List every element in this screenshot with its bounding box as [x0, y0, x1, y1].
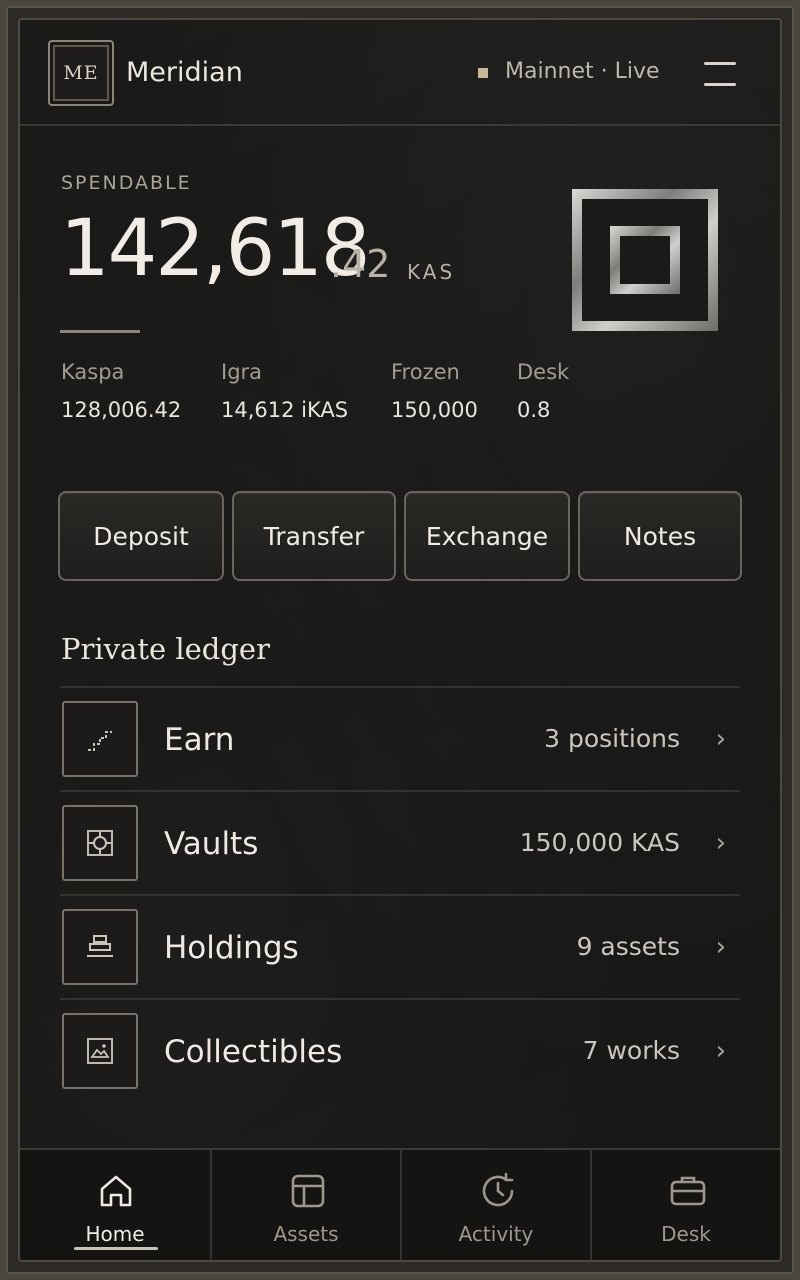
chevron-right-icon: › — [715, 1036, 726, 1066]
history-icon — [482, 1172, 514, 1207]
balance-whole: 142,618 — [60, 204, 371, 294]
stat-label: Kaspa — [61, 360, 125, 384]
account-logo[interactable]: ME — [48, 40, 114, 106]
ledger-row-meta: 7 works — [582, 1036, 680, 1065]
balance-label: SPENDABLE — [61, 172, 192, 194]
ledger-row-label: Collectibles — [164, 1034, 343, 1070]
image-icon — [62, 1013, 138, 1089]
stack-icon — [62, 909, 138, 985]
ledger-row-label: Holdings — [164, 930, 299, 966]
network-status-dot — [478, 68, 488, 78]
layout-icon — [291, 1174, 325, 1208]
network-status: Mainnet · Live — [505, 59, 660, 84]
transfer-button[interactable]: Transfer — [232, 491, 396, 581]
ledger-row-meta: 9 assets — [576, 932, 680, 961]
stat-igra: Igra 14,612 iKAS — [221, 360, 348, 422]
bottom-nav: Home Assets Activity Desk — [20, 1148, 780, 1260]
stat-label: Desk — [517, 360, 570, 384]
stat-value: 14,612 iKAS — [221, 398, 349, 422]
nav-label: Home — [85, 1222, 145, 1246]
stat-kaspa: Kaspa 128,006.42 — [61, 360, 181, 422]
menu-icon[interactable] — [704, 62, 736, 86]
stat-desk: Desk 0.8 — [517, 360, 569, 422]
logo-text: ME — [63, 62, 99, 84]
nav-assets[interactable]: Assets — [210, 1150, 400, 1260]
balance-unit: KAS — [407, 260, 456, 284]
app-header: ME Meridian Mainnet · Live — [20, 20, 780, 126]
app-name: Meridian — [126, 57, 243, 88]
ledger-row-holdings[interactable]: Holdings 9 assets › — [60, 894, 740, 998]
ledger-row-earn[interactable]: Earn 3 positions › — [60, 686, 740, 790]
nav-label: Activity — [458, 1222, 534, 1246]
vault-emblem-icon — [572, 189, 718, 331]
nav-desk[interactable]: Desk — [590, 1150, 780, 1260]
home-icon — [100, 1175, 132, 1207]
nav-home[interactable]: Home — [20, 1150, 210, 1260]
stairs-icon — [62, 701, 138, 777]
briefcase-icon — [670, 1176, 706, 1206]
notes-button[interactable]: Notes — [578, 491, 742, 581]
balance-divider — [60, 330, 140, 333]
nav-label: Assets — [273, 1222, 339, 1246]
chevron-right-icon: › — [715, 828, 726, 858]
ledger-row-collectibles[interactable]: Collectibles 7 works › — [60, 998, 740, 1102]
stat-value: 0.8 — [517, 398, 551, 422]
ledger-row-label: Vaults — [164, 826, 259, 862]
app-screen: ME Meridian Mainnet · Live SPENDABLE 142… — [18, 18, 782, 1262]
stat-label: Frozen — [391, 360, 460, 384]
stat-value: 150,000 — [391, 398, 478, 422]
ledger-row-label: Earn — [164, 722, 235, 758]
active-indicator — [74, 1247, 158, 1250]
ledger-row-meta: 150,000 KAS — [519, 828, 680, 857]
stat-value: 128,006.42 — [61, 398, 182, 422]
ledger-row-vaults[interactable]: Vaults 150,000 KAS › — [60, 790, 740, 894]
balance-fraction: .42 — [330, 242, 391, 286]
exchange-button[interactable]: Exchange — [404, 491, 570, 581]
deposit-button[interactable]: Deposit — [58, 491, 224, 581]
ledger-title: Private ledger — [61, 632, 270, 666]
nav-label: Desk — [661, 1222, 711, 1246]
ledger-row-meta: 3 positions — [544, 724, 680, 753]
nav-activity[interactable]: Activity — [400, 1150, 590, 1260]
chevron-right-icon: › — [715, 932, 726, 962]
stat-label: Igra — [221, 360, 263, 384]
chevron-right-icon: › — [715, 724, 726, 754]
stat-frozen: Frozen 150,000 — [391, 360, 478, 422]
target-icon — [62, 805, 138, 881]
